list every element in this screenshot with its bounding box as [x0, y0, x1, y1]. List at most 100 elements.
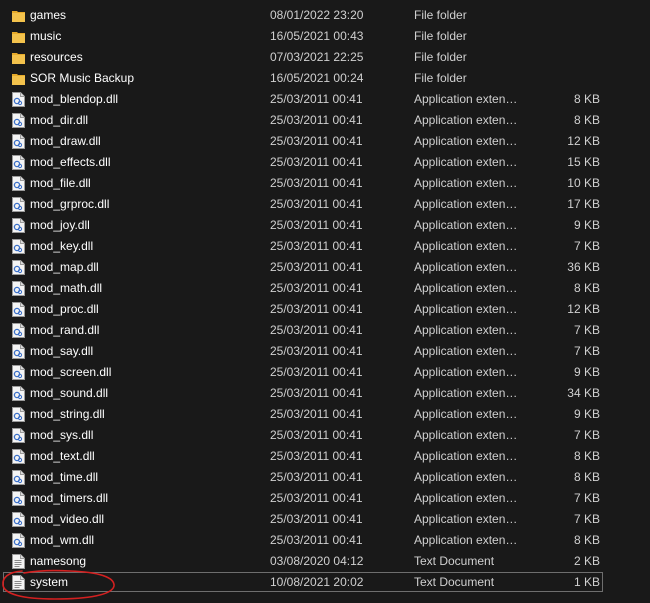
date-modified: 25/03/2011 00:41 — [270, 260, 363, 274]
folder-icon — [12, 8, 25, 23]
file-type: File folder — [414, 50, 467, 64]
file-name: mod_time.dll — [30, 470, 99, 484]
file-type: Application exten… — [414, 239, 518, 253]
file-size: 7 KB — [573, 512, 600, 526]
dll-file-icon — [12, 344, 25, 359]
file-row[interactable]: mod_video.dll 25/03/2011 00:41 Application… — [0, 509, 650, 530]
date-modified: 25/03/2011 00:41 — [270, 281, 363, 295]
date-modified: 25/03/2011 00:41 — [270, 134, 363, 148]
file-name: mod_joy.dll — [30, 218, 90, 232]
file-row[interactable]: mod_sys.dll 25/03/2011 00:41 Application e… — [0, 425, 650, 446]
file-name: mod_key.dll — [30, 239, 94, 253]
file-name: mod_map.dll — [30, 260, 99, 274]
date-modified: 16/05/2021 00:24 — [270, 71, 364, 85]
file-row[interactable]: mod_proc.dll 25/03/2011 00:41 Application … — [0, 299, 650, 320]
file-row[interactable]: mod_rand.dll 25/03/2011 00:41 Application … — [0, 320, 650, 341]
dll-file-icon — [12, 176, 25, 191]
date-modified: 07/03/2021 22:25 — [270, 50, 364, 64]
file-type: Application exten… — [414, 365, 518, 379]
file-row[interactable]: mod_say.dll 25/03/2011 00:41 Application e… — [0, 341, 650, 362]
file-size: 9 KB — [573, 365, 600, 379]
file-name: mod_effects.dll — [30, 155, 111, 169]
file-type: File folder — [414, 29, 467, 43]
file-name: mod_wm.dll — [30, 533, 95, 547]
file-size: 7 KB — [573, 428, 600, 442]
file-row[interactable]: mod_sound.dll 25/03/2011 00:41 Application… — [0, 383, 650, 404]
file-row[interactable]: SOR Music Backup 16/05/2021 00:24 File fol… — [0, 68, 650, 89]
date-modified: 25/03/2011 00:41 — [270, 365, 363, 379]
dll-file-icon — [12, 239, 25, 254]
file-row[interactable]: mod_screen.dll 25/03/2011 00:41 Applicatio… — [0, 362, 650, 383]
file-type: File folder — [414, 8, 467, 22]
dll-file-icon — [12, 155, 25, 170]
file-row[interactable]: system 10/08/2021 20:02 Text Document 1 KB — [0, 572, 650, 593]
file-size: 12 KB — [567, 302, 600, 316]
file-type: Application exten… — [414, 197, 518, 211]
dll-file-icon — [12, 449, 25, 464]
date-modified: 25/03/2011 00:41 — [270, 512, 363, 526]
file-type: Application exten… — [414, 281, 518, 295]
file-row[interactable]: mod_time.dll 25/03/2011 00:41 Application … — [0, 467, 650, 488]
dll-file-icon — [12, 512, 25, 527]
file-row[interactable]: mod_joy.dll 25/03/2011 00:41 Application e… — [0, 215, 650, 236]
file-row[interactable]: resources 07/03/2021 22:25 File folder — [0, 47, 650, 68]
file-size: 7 KB — [573, 491, 600, 505]
folder-icon — [12, 29, 25, 44]
file-row[interactable]: mod_key.dll 25/03/2011 00:41 Application e… — [0, 236, 650, 257]
date-modified: 03/08/2020 04:12 — [270, 554, 364, 568]
file-row[interactable]: mod_map.dll 25/03/2011 00:41 Application e… — [0, 257, 650, 278]
file-row[interactable]: mod_effects.dll 25/03/2011 00:41 Applicati… — [0, 152, 650, 173]
dll-file-icon — [12, 428, 25, 443]
file-size: 2 KB — [573, 554, 600, 568]
file-row[interactable]: mod_dir.dll 25/03/2011 00:41 Application e… — [0, 110, 650, 131]
text-file-icon — [12, 554, 25, 569]
file-type: Text Document — [414, 575, 495, 589]
file-size: 10 KB — [567, 176, 600, 190]
dll-file-icon — [12, 113, 25, 128]
file-size: 7 KB — [573, 344, 600, 358]
file-row[interactable]: music 16/05/2021 00:43 File folder — [0, 26, 650, 47]
dll-file-icon — [12, 92, 25, 107]
dll-file-icon — [12, 218, 25, 233]
date-modified: 25/03/2011 00:41 — [270, 491, 363, 505]
file-row[interactable]: mod_math.dll 25/03/2011 00:41 Application … — [0, 278, 650, 299]
file-name: mod_screen.dll — [30, 365, 112, 379]
dll-file-icon — [12, 407, 25, 422]
file-name: mod_say.dll — [30, 344, 94, 358]
file-name: mod_file.dll — [30, 176, 91, 190]
date-modified: 25/03/2011 00:41 — [270, 113, 363, 127]
file-name: mod_dir.dll — [30, 113, 89, 127]
file-type: Application exten… — [414, 302, 518, 316]
file-size: 8 KB — [573, 281, 600, 295]
file-name: system — [30, 575, 69, 589]
date-modified: 25/03/2011 00:41 — [270, 428, 363, 442]
file-row[interactable]: mod_grproc.dll 25/03/2011 00:41 Applicatio… — [0, 194, 650, 215]
file-type: Application exten… — [414, 323, 518, 337]
file-row[interactable]: mod_wm.dll 25/03/2011 00:41 Application ex… — [0, 530, 650, 551]
file-row[interactable]: mod_string.dll 25/03/2011 00:41 Applicatio… — [0, 404, 650, 425]
file-type: Application exten… — [414, 260, 518, 274]
file-name: mod_video.dll — [30, 512, 105, 526]
dll-file-icon — [12, 281, 25, 296]
date-modified: 16/05/2021 00:43 — [270, 29, 364, 43]
file-row[interactable]: mod_timers.dll 25/03/2011 00:41 Applicatio… — [0, 488, 650, 509]
file-type: Application exten… — [414, 386, 518, 400]
file-type: Application exten… — [414, 470, 518, 484]
file-row[interactable]: mod_text.dll 25/03/2011 00:41 Application … — [0, 446, 650, 467]
file-type: File folder — [414, 71, 467, 85]
file-size: 8 KB — [573, 113, 600, 127]
file-size: 8 KB — [573, 533, 600, 547]
file-row[interactable]: mod_file.dll 25/03/2011 00:41 Application … — [0, 173, 650, 194]
date-modified: 25/03/2011 00:41 — [270, 386, 363, 400]
file-type: Application exten… — [414, 428, 518, 442]
file-row[interactable]: namesong 03/08/2020 04:12 Text Document 2 K… — [0, 551, 650, 572]
folder-icon — [12, 50, 25, 65]
file-row[interactable]: games 08/01/2022 23:20 File folder — [0, 5, 650, 26]
file-row[interactable]: mod_blendop.dll 25/03/2011 00:41 Applicati… — [0, 89, 650, 110]
folder-icon — [12, 71, 25, 86]
file-type: Application exten… — [414, 449, 518, 463]
dll-file-icon — [12, 260, 25, 275]
file-row[interactable]: mod_draw.dll 25/03/2011 00:41 Application … — [0, 131, 650, 152]
date-modified: 08/01/2022 23:20 — [270, 8, 364, 22]
file-size: 7 KB — [573, 323, 600, 337]
